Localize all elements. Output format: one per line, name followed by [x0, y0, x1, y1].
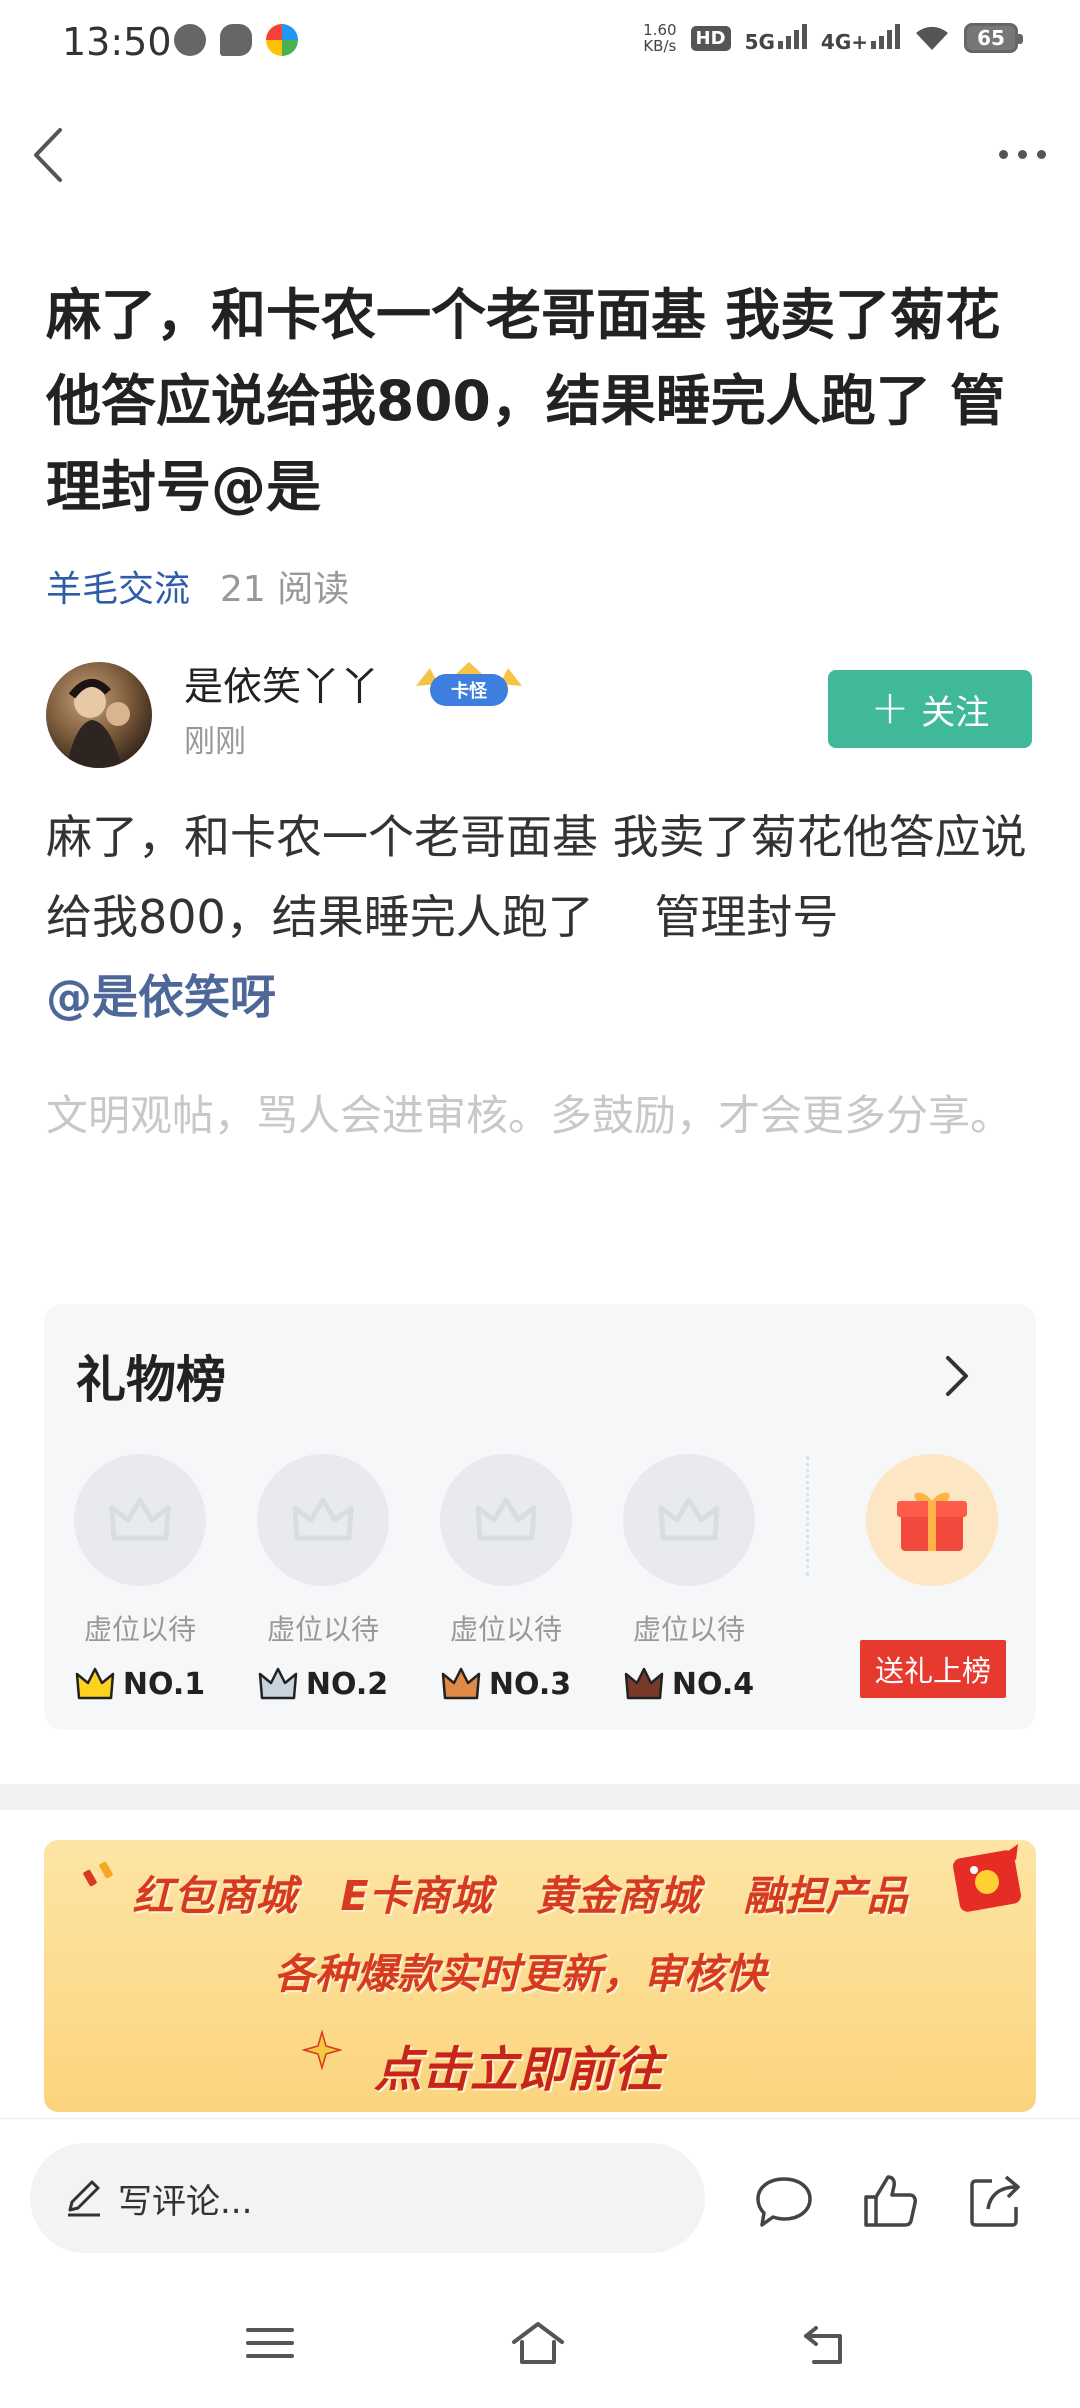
divider [806, 1456, 809, 1576]
send-gift-button[interactable]: 送礼上榜 [860, 1640, 1006, 1698]
menu-icon[interactable] [242, 2318, 298, 2368]
civil-notice: 文明观帖，骂人会进审核。多鼓励，才会更多分享。 [46, 1091, 1013, 1140]
like-icon[interactable] [860, 2171, 920, 2231]
dark-crown-icon [624, 1667, 664, 1700]
crown-placeholder-icon [74, 1454, 206, 1586]
read-count: 21 阅读 [220, 569, 350, 610]
banner-cta[interactable]: 点击立即前往 [374, 2030, 662, 2100]
pencil-icon [68, 2180, 100, 2217]
post-title: 麻了，和卡农一个老哥面基 我卖了菊花他答应说给我800，结果睡完人跑了 管理封号… [46, 283, 1005, 519]
crown-placeholder-icon [440, 1454, 572, 1586]
more-options-icon[interactable] [999, 150, 1046, 159]
bronze-crown-icon [441, 1667, 481, 1700]
status-time: 13:50 [62, 20, 172, 64]
network-speed: 1.60 KB/s [643, 21, 677, 55]
hd-icon: HD [690, 25, 731, 51]
post-time: 刚刚 [184, 724, 246, 760]
follow-button[interactable]: + 关注 [828, 670, 1032, 748]
svg-text:卡怪: 卡怪 [451, 680, 488, 702]
post-meta: 羊毛交流 21 阅读 [46, 560, 349, 612]
app-ring-icon [266, 24, 298, 56]
comment-input[interactable]: 写评论... [30, 2143, 705, 2253]
bottom-action-bar: 写评论... [0, 2118, 1080, 2278]
silver-crown-icon [258, 1667, 298, 1700]
status-bar: 13:50 1.60 KB/s HD 5G 4G+ 65 [0, 0, 1080, 84]
signal-bars-icon [871, 23, 900, 49]
gift-slot[interactable]: 虚位以待 NO.4 [623, 1454, 755, 1702]
gold-crown-icon [75, 1667, 115, 1700]
signal-5g: 5G [745, 23, 807, 54]
battery-icon: 65 [964, 23, 1023, 53]
author-name[interactable]: 是依笑丫丫 [184, 656, 379, 712]
banner-subtitle: 各种爆款实时更新，审核快 [274, 1950, 766, 1998]
comment-icon[interactable] [754, 2171, 814, 2231]
back-nav-icon[interactable] [796, 2318, 852, 2368]
chevron-right-icon[interactable] [940, 1352, 972, 1400]
status-app-icons [174, 24, 298, 56]
crown-placeholder-icon [623, 1454, 755, 1586]
section-separator [0, 1784, 1080, 1810]
promo-banner[interactable]: 红包商城 E卡商城 黄金商城 融担产品 各种爆款实时更新，审核快 点击立即前往 [44, 1840, 1036, 2112]
back-icon[interactable] [26, 122, 70, 188]
gift-board: 礼物榜 虚位以待 NO.1 虚位以待 NO.2 虚位以待 NO.3 虚位以待 N… [44, 1304, 1036, 1730]
category-link[interactable]: 羊毛交流 [46, 560, 190, 612]
gift-slot[interactable]: 虚位以待 NO.1 [74, 1454, 206, 1702]
signal-bars-icon [777, 23, 807, 49]
signal-4g: 4G+ [821, 23, 900, 54]
system-nav-bar [0, 2278, 1080, 2408]
avatar[interactable] [46, 662, 152, 768]
red-envelope-mascot-icon [953, 1844, 1021, 1912]
mention-link[interactable]: @是依笑呀 [46, 970, 276, 1024]
status-indicators: 1.60 KB/s HD 5G 4G+ 65 [643, 21, 1023, 55]
gift-slot[interactable]: 虚位以待 NO.3 [440, 1454, 572, 1702]
plus-icon: + [870, 680, 910, 734]
message-icon [220, 24, 252, 56]
gift-board-title: 礼物榜 [76, 1351, 226, 1409]
crown-placeholder-icon [257, 1454, 389, 1586]
gift-icon[interactable] [866, 1454, 998, 1586]
wechat-icon [174, 24, 206, 56]
wifi-icon [916, 26, 948, 50]
banner-categories: 红包商城 E卡商城 黄金商城 融担产品 [132, 1872, 908, 1920]
gift-slot[interactable]: 虚位以待 NO.2 [257, 1454, 389, 1702]
badge-crown-icon: 卡怪 [416, 662, 522, 706]
share-icon[interactable] [966, 2171, 1026, 2231]
sparkle-icon [302, 2030, 342, 2070]
home-icon[interactable] [510, 2318, 566, 2368]
post-body: 麻了，和卡农一个老哥面基 我卖了菊花他答应说给我800，结果睡完人跑了 管理封号… [46, 810, 1027, 1024]
